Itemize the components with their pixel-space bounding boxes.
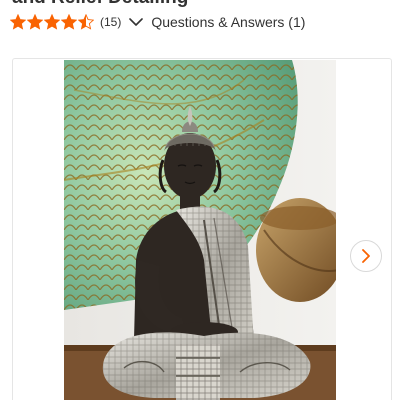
product-image[interactable] [64, 60, 336, 400]
product-title: and Relief Detailing [12, 0, 392, 8]
questions-answers-link[interactable]: Questions & Answers (1) [129, 14, 305, 30]
gallery-next-button[interactable] [350, 240, 382, 272]
chevron-right-icon [362, 249, 370, 263]
star-icon [10, 14, 26, 30]
questions-answers-label: Questions & Answers (1) [151, 14, 306, 30]
star-rating[interactable] [10, 14, 94, 30]
rating-row: (15) Questions & Answers (1) [10, 11, 390, 33]
star-icon [78, 14, 94, 30]
star-icon [44, 14, 60, 30]
review-count[interactable]: (15) [100, 15, 121, 29]
chevron-down-icon [129, 18, 144, 26]
product-title-text: and Relief Detailing [12, 0, 392, 8]
star-icon [61, 14, 77, 30]
star-icon [27, 14, 43, 30]
